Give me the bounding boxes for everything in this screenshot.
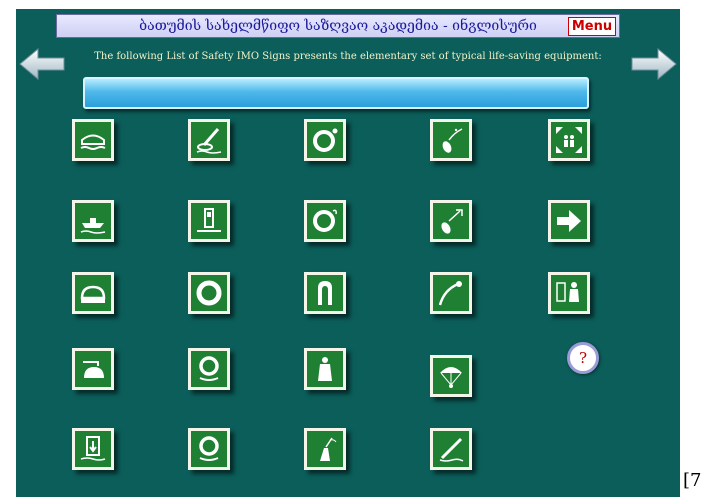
rescue-boat-icon [80,218,106,234]
sign-distress-signal[interactable] [430,272,472,314]
sign-enclosed-lifeboat[interactable] [72,272,114,314]
help-button[interactable]: ? [567,342,599,374]
lifebuoy-with-light-icon [313,128,338,152]
sign-line-throwing-apparatus[interactable] [430,428,472,470]
parachute-signal-icon [440,367,462,388]
sign-rescue-slide[interactable] [188,119,230,161]
immersion-suit-icon [556,282,579,302]
enclosed-lifeboat-icon [80,285,106,303]
progress-bar [83,77,589,109]
sign-evacuation-slide[interactable] [188,200,230,242]
rocket-parachute-flare-icon [441,209,463,234]
sign-line-throwing[interactable] [430,119,472,161]
muster-station-icon [556,127,582,153]
subtitle: The following List of Safety IMO Signs p… [94,51,602,62]
sign-lifebuoy-smoke[interactable] [304,200,346,242]
exit-direction-icon [557,210,581,232]
sign-rescue-boat[interactable] [72,200,114,242]
sign-muster-station[interactable] [548,119,590,161]
lesson-stage: ბათუმის სახელმწიფო საზღვაო აკადემია - ინ… [16,9,680,497]
lifejacket-icon [318,281,332,305]
lifebuoy-with-light-smoke-icon [313,209,337,232]
distress-signal-icon [438,281,462,306]
evacuation-slide-icon [197,208,221,232]
sign-lifebuoy[interactable] [188,272,230,314]
sign-immersion-suit[interactable] [548,272,590,314]
embarkation-ladder-icon [80,436,106,461]
lifebuoy-with-line-icon [199,356,219,381]
sign-parachute-signal[interactable] [430,355,472,397]
sign-lifebuoy-light[interactable] [304,119,346,161]
sign-embarkation-ladder[interactable] [72,428,114,470]
footer-fragment: [7 [683,470,702,491]
menu-button[interactable]: Menu [568,17,616,36]
line-throwing-apparatus-icon [439,437,464,462]
line-throwing-appliance-icon [442,128,463,153]
rescue-slide-icon [196,128,222,154]
sign-radio-beacon[interactable] [304,428,346,470]
sign-liferaft[interactable] [72,119,114,161]
liferaft-icon [80,134,106,150]
title-bar: ბათუმის სახელმწიფო საზღვაო აკადემია - ინ… [56,14,620,38]
sign-rocket-flare[interactable] [430,200,472,242]
sign-lifebuoy-line[interactable] [188,348,230,390]
academy-title: ბათუმის სახელმწიფო საზღვაო აკადემია - ინ… [139,18,537,34]
lifebuoy-icon [196,280,222,306]
sign-thermal-aid[interactable] [304,348,346,390]
sign-lifejacket[interactable] [304,272,346,314]
thermal-protective-aid-icon [318,357,332,381]
sign-lifebuoy-line-2[interactable] [188,428,230,470]
radio-beacon-icon [320,437,337,461]
sign-davit-liferaft[interactable] [72,348,114,390]
sign-exit-direction[interactable] [548,200,590,242]
davit-launched-liferaft-icon [83,361,104,378]
lifebuoy-with-line-2-icon [199,436,219,461]
